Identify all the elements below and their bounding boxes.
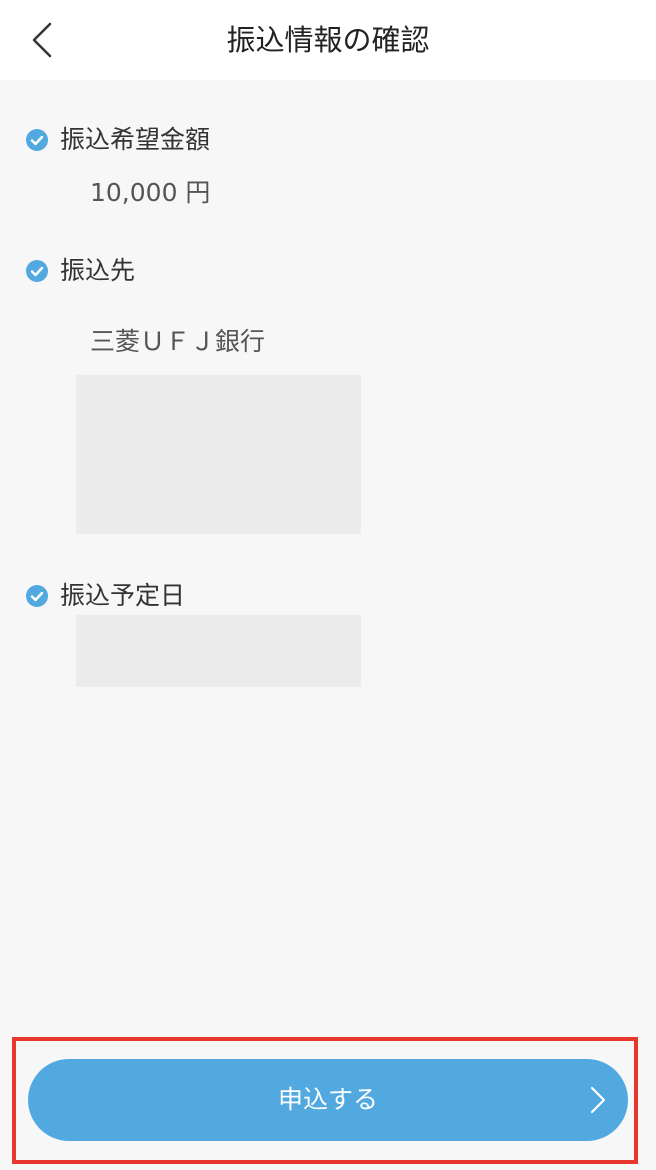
- check-circle-icon: [26, 129, 48, 151]
- submit-button[interactable]: 申込する: [28, 1059, 628, 1141]
- recipient-label: 振込先: [60, 256, 136, 285]
- amount-value: 10,000 円: [90, 178, 211, 207]
- page-title: 振込情報の確認: [226, 23, 430, 57]
- schedule-label: 振込予定日: [60, 581, 186, 610]
- check-circle-icon: [26, 585, 48, 607]
- chevron-right-icon: [590, 1086, 606, 1114]
- amount-label: 振込希望金額: [60, 125, 211, 154]
- submit-label: 申込する: [277, 1085, 378, 1114]
- check-circle-icon: [26, 260, 48, 282]
- app-header: 振込情報の確認: [0, 0, 656, 80]
- recipient-details-redacted: [76, 375, 361, 534]
- schedule-date-redacted: [76, 615, 361, 687]
- recipient-bank-name: 三菱ＵＦＪ銀行: [90, 327, 266, 356]
